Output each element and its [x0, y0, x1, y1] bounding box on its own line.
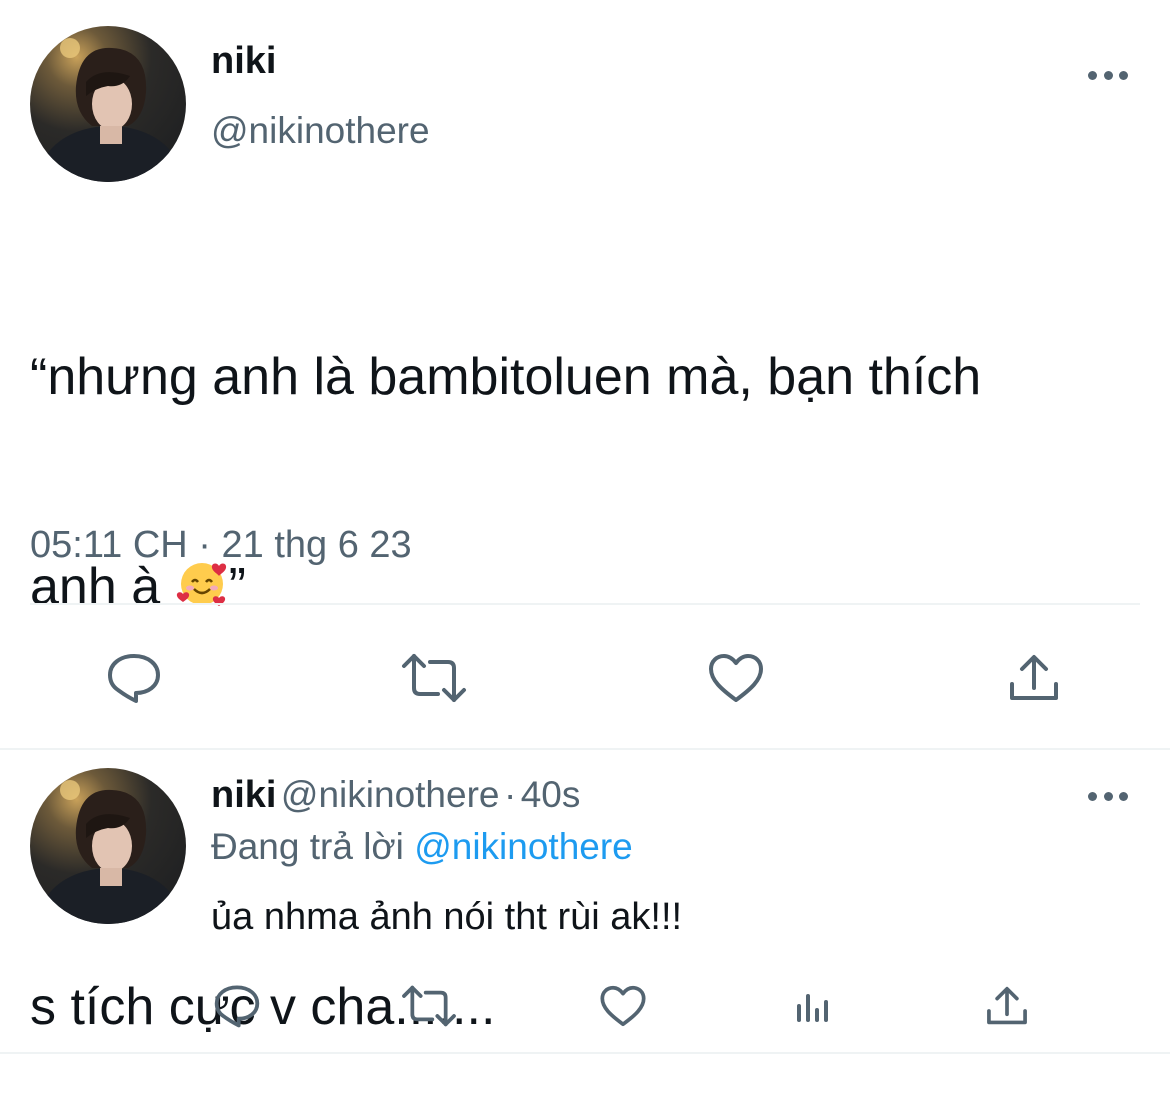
more-options-icon[interactable] [1088, 69, 1128, 81]
author-handle[interactable]: @nikinothere [211, 110, 430, 152]
reply-text: ủa nhma ảnh nói tht rùi ak!!! [211, 896, 683, 938]
reply-retweet-icon[interactable] [398, 982, 460, 1030]
tweet-timestamp[interactable]: 05:11 CH · 21 thg 6 23 [30, 524, 412, 567]
reply-separator: · [503, 774, 517, 815]
avatar-image [40, 38, 180, 182]
replying-to: Đang trả lời @nikinothere [211, 826, 633, 868]
author-name[interactable]: niki [211, 40, 276, 83]
reply-time-ago[interactable]: 40s [521, 774, 581, 815]
retweet-icon[interactable] [398, 650, 470, 706]
share-icon[interactable] [1004, 650, 1064, 706]
tweet-text-line-1: “nhưng anh là bambitoluen mà, bạn thích [30, 348, 982, 406]
thread-divider [0, 748, 1170, 750]
reply-author-name[interactable]: niki [211, 774, 276, 816]
reply-like-icon[interactable] [598, 982, 648, 1030]
avatar-image [40, 780, 180, 924]
replying-label: Đang trả lời [211, 826, 404, 867]
reply-reply-icon[interactable] [212, 982, 262, 1030]
tweet-text-line-3: s tích cực v cha....... [30, 978, 496, 1036]
meta-separator: · [198, 524, 211, 566]
reply-header: niki @nikinothere · 40s [211, 774, 580, 817]
bottom-divider [0, 1052, 1170, 1054]
tweet-time[interactable]: 05:11 CH [30, 524, 188, 566]
like-icon[interactable] [706, 650, 766, 706]
author-avatar[interactable] [30, 26, 186, 182]
reply-analytics-icon[interactable] [790, 982, 836, 1030]
reply-author-avatar[interactable] [30, 768, 186, 924]
replying-to-mention[interactable]: @nikinothere [414, 826, 633, 867]
tweet-date[interactable]: 21 thg 6 23 [222, 524, 412, 566]
reply-more-options-icon[interactable] [1088, 790, 1128, 802]
reply-author-handle[interactable]: @nikinothere [281, 774, 500, 815]
reply-icon[interactable] [104, 650, 164, 706]
reply-share-icon[interactable] [982, 982, 1032, 1030]
divider [30, 603, 1140, 605]
tweet-text: “nhưng anh là bambitoluen mà, bạn thích … [30, 202, 1140, 1112]
